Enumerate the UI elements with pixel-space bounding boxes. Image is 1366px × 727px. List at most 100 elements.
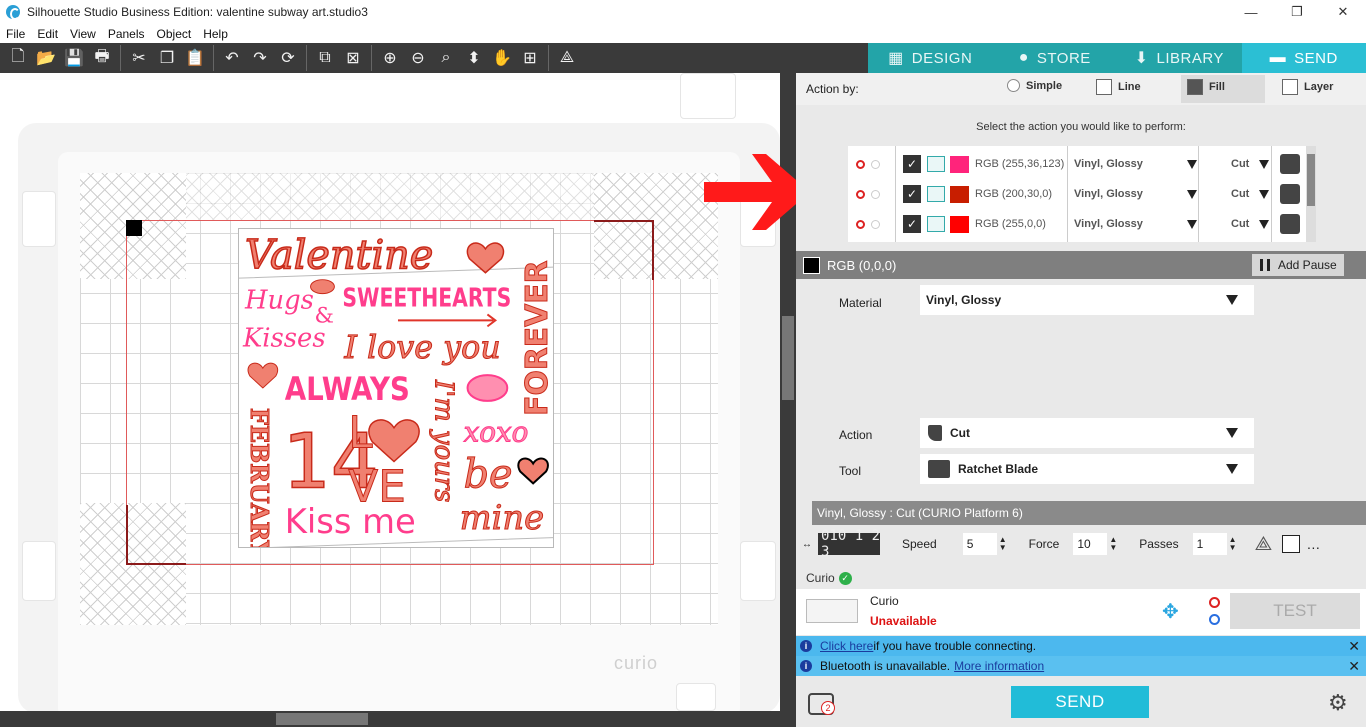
menu-panels[interactable]: Panels [102,27,151,41]
menu-help[interactable]: Help [197,27,234,41]
speed-input[interactable]: 5 [962,533,997,555]
hand-icon[interactable]: ✋ [488,44,516,72]
word-im-yours: I'm yours [429,379,459,502]
off-indicator-icon[interactable] [871,189,880,199]
tool-one-indicator-icon[interactable] [1209,597,1220,608]
zoom-select-icon[interactable]: ⌕ [432,44,460,72]
menu-view[interactable]: View [64,27,102,41]
tab-library-label: LIBRARY [1156,49,1224,67]
design-canvas[interactable]: Valentine Hugs & Kisses SWEETHEARTS I lo… [0,73,780,711]
cut-indicator-icon[interactable] [856,189,865,199]
layer-material[interactable]: Vinyl, Glossy [1074,218,1143,230]
layer-row[interactable]: ✓ RGB (255,36,123) Vinyl, Glossy Cut [848,149,1308,179]
send-button[interactable]: SEND [1011,686,1149,718]
mode-line[interactable]: Line [1096,79,1141,95]
more-information-link[interactable]: More information [954,659,1044,673]
chevron-down-icon[interactable] [1187,160,1197,169]
layer-action[interactable]: Cut [1231,158,1249,170]
scroll-thumb[interactable] [782,316,794,400]
undo-icon[interactable]: ↶ [218,44,246,72]
blade-depth-display[interactable]: 010 1 2 3 [818,528,880,560]
close-icon[interactable]: ✕ [1348,658,1360,675]
layer-action[interactable]: Cut [1231,188,1249,200]
cut-indicator-icon[interactable] [856,219,865,229]
off-indicator-icon[interactable] [871,159,880,169]
layer-material[interactable]: Vinyl, Glossy [1074,158,1143,170]
chevron-down-icon[interactable] [1259,160,1269,169]
layer-action[interactable]: Cut [1231,218,1249,230]
copy-icon[interactable]: ❐ [153,44,181,72]
chevron-down-icon[interactable] [1226,428,1238,438]
action-select[interactable]: Cut [920,418,1254,448]
overcut-icon[interactable]: ⟁ [1255,533,1273,556]
layer-row[interactable]: ✓ RGB (255,0,0) Vinyl, Glossy Cut [848,209,1308,239]
speed-stepper-icon[interactable]: ▲ ▼ [999,536,1007,552]
print-icon[interactable]: 🖶 [88,44,116,72]
passes-input[interactable]: 1 [1192,533,1227,555]
menu-file[interactable]: File [0,27,31,41]
close-button[interactable]: ✕ [1320,0,1366,24]
add-pause-button[interactable]: Add Pause [1252,254,1344,276]
save-icon[interactable]: 💾 [60,44,88,72]
adjust-arrows-icon[interactable]: ↔ [802,539,812,550]
layer-row[interactable]: ✓ RGB (200,30,0) Vinyl, Glossy Cut [848,179,1308,209]
checkbox-icon[interactable]: ✓ [903,185,921,203]
chevron-down-icon[interactable] [1259,220,1269,229]
passes-stepper-icon[interactable]: ▲ ▼ [1229,536,1237,552]
menu-object[interactable]: Object [151,27,198,41]
pan-up-icon[interactable]: ⬍ [460,44,488,72]
scroll-thumb[interactable] [276,713,368,725]
checkbox-icon[interactable]: ✓ [903,155,921,173]
chevron-down-icon[interactable] [1187,190,1197,199]
tab-library[interactable]: ⬇ LIBRARY [1117,43,1242,73]
chevron-down-icon[interactable] [1187,220,1197,229]
test-button[interactable]: TEST [1230,593,1360,629]
horizontal-scrollbar[interactable] [0,711,780,727]
minimize-button[interactable]: — [1228,0,1274,24]
chevron-down-icon[interactable] [1226,295,1238,305]
off-indicator-icon[interactable] [871,219,880,229]
tab-design[interactable]: ▦ DESIGN [868,43,993,73]
ungroup-icon[interactable]: ⊠ [339,44,367,72]
material-select[interactable]: Vinyl, Glossy [920,285,1254,315]
tool-select[interactable]: Ratchet Blade [920,454,1254,484]
zoom-in-icon[interactable]: ⊕ [376,44,404,72]
cut-icon[interactable]: ✂ [125,44,153,72]
cut-indicator-icon[interactable] [856,159,865,169]
chevron-down-icon[interactable] [1259,190,1269,199]
menu-edit[interactable]: Edit [31,27,64,41]
move-arrows-icon[interactable]: ✥ [1162,599,1179,624]
close-icon[interactable]: ✕ [1348,638,1360,655]
layer-color-label: RGB (255,36,123) [975,158,1065,170]
device-row[interactable]: Curio Unavailable ✥ TEST [796,589,1366,635]
scroll-thumb[interactable] [1307,154,1315,206]
mode-fill[interactable]: Fill [1181,75,1265,103]
cut-border-toggle[interactable] [1282,535,1301,553]
tab-send[interactable]: ▬ SEND [1241,43,1366,73]
paste-icon[interactable]: 📋 [181,44,209,72]
tool-two-indicator-icon[interactable] [1209,614,1220,625]
force-stepper-icon[interactable]: ▲ ▼ [1109,536,1117,552]
mode-simple[interactable]: Simple [1007,79,1062,92]
layer-material[interactable]: Vinyl, Glossy [1074,188,1143,200]
layer-list-scrollbar[interactable] [1306,146,1316,242]
force-input[interactable]: 10 [1073,533,1108,555]
trace-icon[interactable]: ⟁ [553,44,581,72]
maximize-button[interactable]: ❐ [1274,0,1320,24]
more-options-icon[interactable]: … [1306,536,1320,552]
open-icon[interactable]: 📂 [32,44,60,72]
group-icon[interactable]: ⧉ [311,44,339,72]
fit-icon[interactable]: ⊞ [516,44,544,72]
redo-icon[interactable]: ↷ [246,44,274,72]
zoom-out-icon[interactable]: ⊖ [404,44,432,72]
click-here-link[interactable]: Click here [820,639,873,653]
checkbox-icon[interactable]: ✓ [903,215,921,233]
mode-layer[interactable]: Layer [1282,79,1333,95]
redraw-icon[interactable]: ⟳ [274,44,302,72]
selected-layer-bar: RGB (0,0,0) Add Pause [796,251,1366,279]
gear-icon[interactable]: ⚙ [1328,690,1348,716]
tab-store[interactable]: ● STORE [993,43,1118,73]
subway-art-design[interactable]: Valentine Hugs & Kisses SWEETHEARTS I lo… [238,228,554,548]
chevron-down-icon[interactable] [1226,464,1238,474]
new-icon[interactable]: 🗋 [4,44,32,72]
